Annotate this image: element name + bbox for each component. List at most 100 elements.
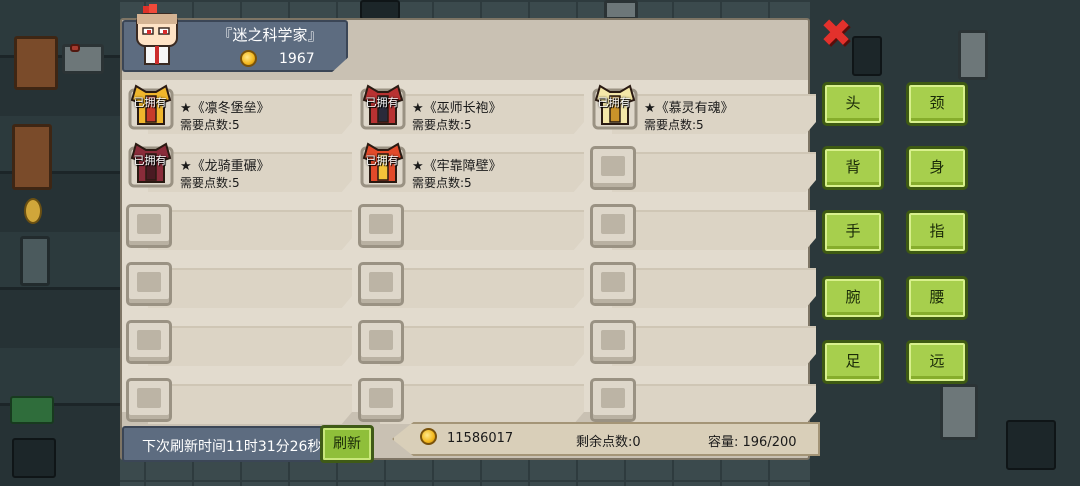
filter-hand-button[interactable]: 手 <box>822 210 884 254</box>
coin-amount: 1967 <box>279 50 315 67</box>
item-row <box>122 370 816 426</box>
locker-prop <box>940 384 978 440</box>
owned-badge: 已拥有 <box>365 96 399 109</box>
item-row <box>122 196 816 252</box>
filter-finger-button[interactable]: 指 <box>906 210 968 254</box>
shop-item[interactable]: 已拥有 ★《巫师长袍》 需要点数:5 <box>354 80 584 136</box>
item-strip <box>612 384 816 424</box>
item-strip <box>612 268 816 308</box>
flower-prop <box>24 198 42 224</box>
slot-inner <box>369 330 393 350</box>
vase-prop <box>20 236 50 286</box>
slot-inner <box>137 272 161 292</box>
item-cost: 需要点数:5 <box>412 176 472 190</box>
desk-prop <box>62 44 104 74</box>
refresh-timer-text: 下次刷新时间11时31分26秒 <box>142 439 322 455</box>
item-strip <box>148 384 352 424</box>
refresh-timer: 下次刷新时间11时31分26秒 <box>122 426 326 462</box>
remaining-points: 剩余点数:0 <box>576 435 641 450</box>
empty-slot[interactable] <box>586 254 816 310</box>
character-avatar <box>136 4 178 65</box>
empty-slot[interactable] <box>354 370 584 426</box>
terminal-prop <box>958 30 988 80</box>
item-row <box>122 254 816 310</box>
gold-total: 11586017 <box>447 431 514 446</box>
slot-inner <box>601 272 625 292</box>
item-strip <box>380 210 584 250</box>
empty-slot[interactable] <box>586 196 816 252</box>
empty-slot[interactable] <box>122 254 352 310</box>
empty-slot[interactable] <box>586 138 816 194</box>
empty-slot[interactable] <box>122 370 352 426</box>
player-coin-balance: 1967 <box>240 50 315 67</box>
shop-item[interactable]: 已拥有 ★《龙骑重碾》 需要点数:5 <box>122 138 352 194</box>
machine-prop <box>852 36 882 76</box>
empty-slot[interactable] <box>354 312 584 368</box>
filter-body-button[interactable]: 身 <box>906 146 968 190</box>
item-strip <box>612 326 816 366</box>
item-row: 已拥有 ★《龙骑重碾》需要点数:5 已拥有 ★《牢靠障壁》 需要点数:5 <box>122 138 816 194</box>
door-prop <box>360 0 400 20</box>
slot-frame <box>590 204 636 248</box>
slot-frame <box>126 320 172 364</box>
item-row <box>122 312 816 368</box>
filter-neck-button[interactable]: 颈 <box>906 82 968 126</box>
item-name: ★《牢靠障壁》 <box>412 159 502 174</box>
slot-frame <box>358 204 404 248</box>
slot-frame <box>590 262 636 306</box>
item-cost: 需要点数:5 <box>412 118 472 132</box>
filter-waist-button[interactable]: 腰 <box>906 276 968 320</box>
item-strip <box>612 210 816 250</box>
slot-inner <box>137 214 161 234</box>
coin-icon <box>420 428 437 445</box>
floor-grate-prop <box>1006 420 1056 470</box>
slot-frame <box>590 320 636 364</box>
filter-head-button[interactable]: 头 <box>822 82 884 126</box>
shop-item[interactable]: 已拥有 ★《凛冬堡垒》 需要点数:5 <box>122 80 352 136</box>
item-strip <box>380 268 584 308</box>
refresh-button[interactable]: 刷新 <box>320 425 374 463</box>
shop-item[interactable]: 已拥有 ★《慕灵有魂》 需要点数:5 <box>586 80 816 136</box>
slot-inner <box>369 388 393 408</box>
slot-frame <box>126 378 172 422</box>
shop-item[interactable]: 已拥有 ★《牢靠障壁》 需要点数:5 <box>354 138 584 194</box>
item-strip <box>380 326 584 366</box>
filter-ranged-button[interactable]: 远 <box>906 340 968 384</box>
vent-prop <box>12 438 56 478</box>
empty-slot[interactable] <box>122 312 352 368</box>
empty-slot[interactable] <box>122 196 352 252</box>
slot-inner <box>369 214 393 234</box>
filter-foot-button[interactable]: 足 <box>822 340 884 384</box>
owned-badge: 已拥有 <box>365 154 399 167</box>
empty-slot[interactable] <box>354 196 584 252</box>
chair-prop <box>12 124 52 190</box>
filter-back-button[interactable]: 背 <box>822 146 884 190</box>
item-strip <box>148 268 352 308</box>
item-name: ★《龙骑重碾》 <box>180 159 270 174</box>
empty-slot[interactable] <box>586 312 816 368</box>
item-strip <box>148 326 352 366</box>
item-cost: 需要点数:5 <box>644 118 704 132</box>
item-strip <box>148 210 352 250</box>
slot-inner <box>601 388 625 408</box>
slot-inner <box>601 214 625 234</box>
close-x-icon[interactable]: ✖ <box>817 14 855 52</box>
small-item-prop <box>70 44 80 52</box>
owned-badge: 已拥有 <box>133 96 167 109</box>
empty-slot[interactable] <box>586 370 816 426</box>
inventory-capacity: 容量: 196/200 <box>708 435 797 450</box>
slot-inner <box>601 156 625 176</box>
slot-frame <box>590 146 636 190</box>
item-name: ★《凛冬堡垒》 <box>180 101 270 116</box>
slot-inner <box>137 330 161 350</box>
empty-slot[interactable] <box>354 254 584 310</box>
slot-inner <box>137 388 161 408</box>
player-title: 『迷之科学家』 <box>217 26 323 44</box>
owned-badge: 已拥有 <box>133 154 167 167</box>
npc-head-prop <box>604 0 638 20</box>
item-strip <box>612 152 816 192</box>
owned-badge: 已拥有 <box>597 96 631 109</box>
slot-frame <box>358 320 404 364</box>
filter-wrist-button[interactable]: 腕 <box>822 276 884 320</box>
slot-frame <box>358 262 404 306</box>
